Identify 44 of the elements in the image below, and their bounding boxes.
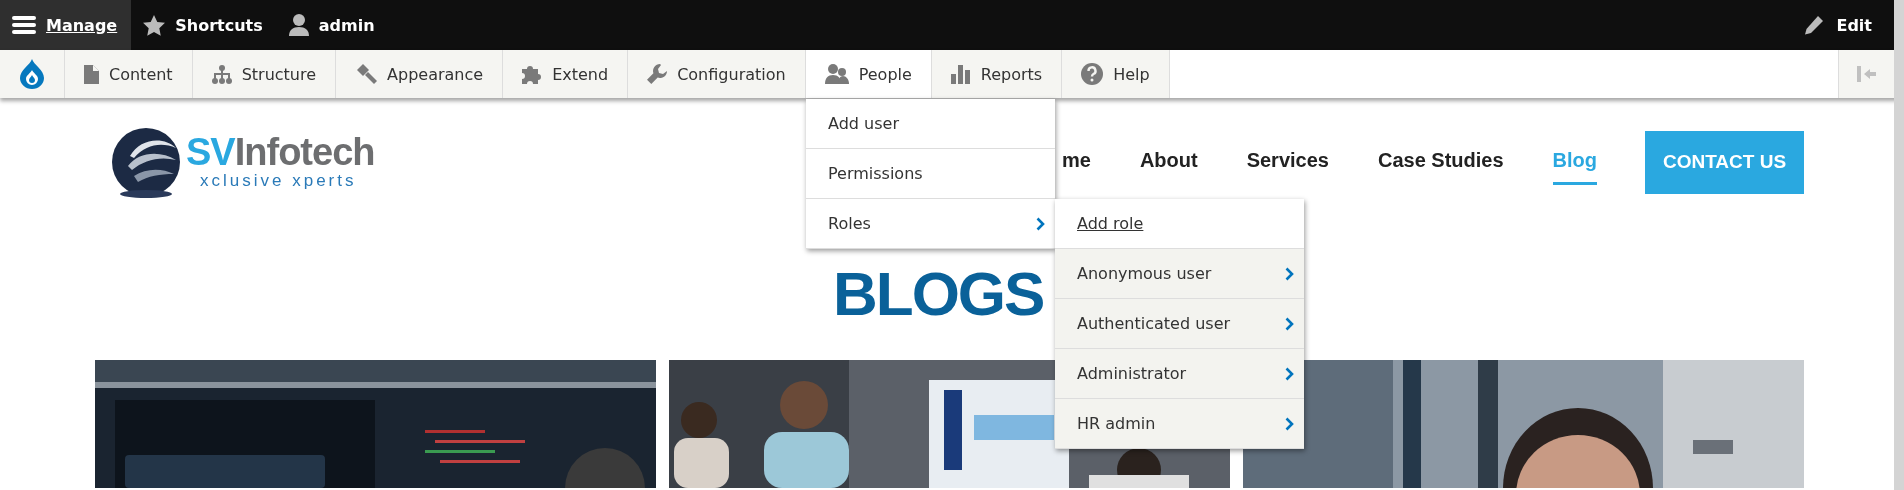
- menu-item[interactable]: Authenticated user: [1055, 299, 1304, 349]
- toolbar-tab[interactable]: Shortcuts: [131, 0, 277, 50]
- nav-link[interactable]: Case Studies: [1377, 139, 1504, 185]
- wrench-icon: [647, 64, 668, 84]
- page-heading: BLOGS: [833, 257, 1044, 329]
- menu-icon: [12, 15, 36, 35]
- document-icon: [84, 64, 99, 84]
- admin-menu-tab[interactable]: Help: [1062, 50, 1170, 98]
- collapse-arrow-icon: [1856, 66, 1877, 82]
- menu-item[interactable]: Add user: [806, 99, 1055, 149]
- scrollbar[interactable]: [1894, 0, 1904, 490]
- people-icon: [824, 64, 849, 84]
- admin-menu-tab[interactable]: People: [805, 50, 932, 98]
- sitemap-icon: [211, 64, 232, 84]
- help-icon: [1081, 63, 1104, 85]
- menu-item[interactable]: HR admin: [1055, 399, 1304, 449]
- logo-icon: [110, 126, 182, 198]
- nav-link[interactable]: Services: [1246, 139, 1329, 185]
- edit-button[interactable]: Edit: [1782, 0, 1894, 50]
- user-icon: [288, 14, 309, 36]
- menu-item[interactable]: Administrator: [1055, 349, 1304, 399]
- nav-link[interactable]: About: [1139, 139, 1198, 185]
- menu-item[interactable]: Anonymous user: [1055, 249, 1304, 299]
- menu-item[interactable]: Permissions: [806, 149, 1055, 199]
- toolbar-tab[interactable]: Manage: [0, 0, 132, 50]
- pencil-icon: [1804, 15, 1825, 35]
- admin-menu-tab[interactable]: Structure: [192, 50, 337, 98]
- hammer-icon: [355, 64, 378, 84]
- nav-link[interactable]: me: [1062, 139, 1091, 185]
- menu-item[interactable]: Add role: [1055, 199, 1304, 249]
- collapse-toolbar-button[interactable]: [1838, 50, 1894, 98]
- admin-menu-tab[interactable]: Reports: [931, 50, 1063, 98]
- logo-wordmark: SVInfotech: [186, 133, 375, 171]
- drop-logo-icon[interactable]: [20, 59, 44, 89]
- puzzle-icon: [522, 64, 543, 84]
- logo-tagline: xclusive xperts: [199, 171, 358, 191]
- star-icon: [143, 14, 166, 36]
- admin-menu-tab[interactable]: Configuration: [628, 50, 806, 98]
- toolbar-tab[interactable]: admin: [276, 0, 389, 50]
- menu-item[interactable]: Roles: [806, 199, 1055, 249]
- bar-chart-icon: [950, 64, 971, 84]
- admin-menu-tab[interactable]: Appearance: [336, 50, 504, 98]
- admin-menu-tab[interactable]: Content: [65, 50, 193, 98]
- admin-menu-tab[interactable]: Extend: [503, 50, 629, 98]
